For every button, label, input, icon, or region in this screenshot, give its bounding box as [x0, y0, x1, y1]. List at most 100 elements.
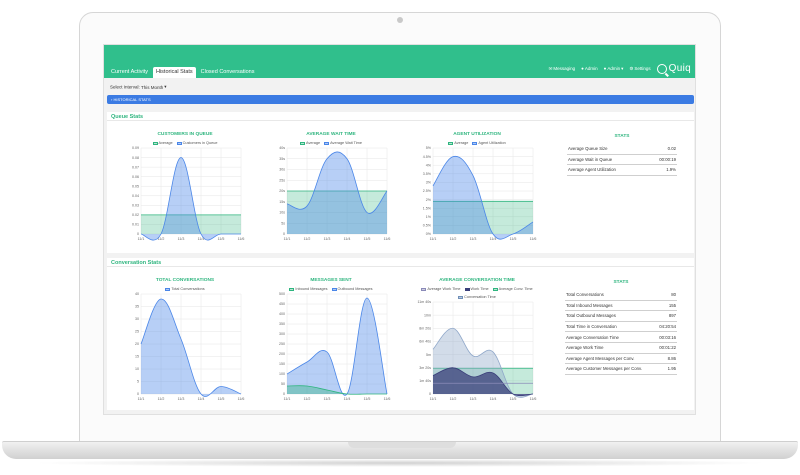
y-tick-label: 250: [279, 342, 285, 346]
stat-label: Average Wait in Queue: [568, 156, 613, 162]
stat-row: Average Agent Utilization 1.9%: [567, 165, 677, 176]
caret-down-icon: ▾: [621, 65, 624, 71]
chart-plot: 0 5s 10s 15s 20s 25s 30s 35s 40s 11/1 11/2 11/3 11/4…: [279, 146, 391, 241]
stat-label: Total Outbound Messages: [566, 313, 616, 319]
y-tick-label: 5s: [281, 221, 285, 225]
x-tick-label: 11/1: [138, 237, 145, 241]
x-tick-label: 11/4: [344, 237, 351, 241]
tab-current-activity[interactable]: Current Activity: [108, 67, 151, 78]
stat-row: Average Work Time 00:01:22: [565, 343, 677, 354]
series-area: [141, 298, 241, 397]
stat-label: Total Time in Conversation: [566, 324, 617, 330]
y-tick-label: 0.09: [132, 146, 139, 150]
historical-stats-bar[interactable]: › HISTORICAL STATS: [107, 95, 694, 104]
y-tick-label: 30s: [279, 168, 285, 172]
y-tick-label: 8m 20s: [419, 326, 431, 330]
tab-closed-conversations[interactable]: Closed Conversations: [198, 67, 258, 78]
y-tick-label: 11m 40s: [417, 300, 431, 304]
top-nav-bar: Current Activity Historical Stats Closed…: [104, 45, 695, 78]
stat-row: Total Inbound Messages 155: [565, 301, 677, 312]
y-tick-label: 50: [281, 382, 285, 386]
tab-bar: Current Activity Historical Stats Closed…: [108, 67, 257, 78]
logo-mark-icon: [656, 63, 667, 74]
stat-label: Average Queue Size: [568, 146, 608, 152]
y-tick-label: 500: [279, 292, 285, 296]
y-tick-label: 200: [279, 352, 285, 356]
y-tick-label: 35: [135, 305, 139, 309]
stat-row: Total Time in Conversation 04:20:54: [565, 322, 677, 333]
y-tick-label: 10: [135, 367, 139, 371]
tab-historical-stats[interactable]: Historical Stats: [152, 67, 196, 78]
y-tick-label: 20s: [279, 189, 285, 193]
y-tick-label: 6m 40s: [419, 340, 431, 344]
x-tick-label: 11/3: [178, 237, 185, 241]
stat-value: 00:01:22: [659, 345, 676, 351]
chart-plot: 0 5 10 15 20 25 30 35 40 11/1 11/2 11/3 11/4 11/5 11/6: [135, 292, 244, 401]
stat-value: 1.95: [667, 366, 676, 372]
chart-total-conversations: TOTAL CONVERSATIONS Total Conversations 0 5…: [125, 278, 245, 404]
y-tick-label: 1m 40s: [419, 379, 431, 383]
caret-down-icon: ▾: [164, 84, 167, 89]
logo-text: Quiq: [668, 63, 691, 74]
y-tick-label: 400: [279, 312, 285, 316]
queue-stats-heading: STATS: [614, 134, 630, 139]
stat-label: Average Customer Messages per Conv.: [566, 366, 643, 372]
quiq-logo: Quiq: [656, 63, 691, 74]
y-tick-label: 4%: [426, 163, 432, 167]
stat-value: 897: [668, 313, 676, 319]
x-tick-label: 11/2: [304, 237, 311, 241]
y-tick-label: 300: [279, 332, 285, 336]
x-tick-label: 11/2: [450, 397, 457, 401]
chart-average-conversation-time: AVERAGE CONVERSATION TIME Average Work Ti…: [417, 278, 537, 404]
settings-link[interactable]: ⚙ Settings: [629, 66, 650, 72]
y-tick-label: 0: [283, 392, 285, 396]
stat-label: Total Conversations: [566, 292, 604, 298]
y-tick-label: 5%: [426, 146, 432, 150]
x-tick-label: 11/1: [138, 397, 145, 401]
stat-label: Average Conversation Time: [566, 334, 619, 340]
historical-stats-label: HISTORICAL STATS: [113, 97, 151, 102]
account-menu[interactable]: ● Admin ▾: [604, 66, 624, 72]
y-tick-label: 0.5%: [423, 224, 432, 228]
queue-stats-section: Queue Stats CUSTOMERS IN QUEUE Average Cus…: [107, 112, 694, 253]
y-tick-label: 0.02: [132, 213, 139, 217]
y-tick-label: 25s: [279, 178, 285, 182]
x-tick-label: 11/2: [304, 397, 311, 401]
y-tick-label: 15s: [279, 200, 285, 204]
y-tick-label: 1%: [426, 215, 432, 219]
admin-label: Admin: [584, 66, 598, 71]
y-tick-label: 40s: [279, 146, 285, 150]
chart-plot: 0 50 100 150 200 250 300 350 400 450 500 11/1 11/2 11…: [279, 292, 391, 401]
conversation-stats-section: Conversation Stats TOTAL CONVERSATIONS To…: [107, 258, 694, 410]
x-tick-label: 11/5: [364, 397, 371, 401]
x-tick-label: 11/1: [284, 397, 291, 401]
x-tick-label: 11/3: [470, 237, 477, 241]
x-tick-label: 11/5: [510, 397, 517, 401]
stat-row: Average Customer Messages per Conv. 1.95: [565, 364, 677, 375]
y-tick-label: 4.5%: [423, 155, 432, 159]
y-tick-label: 25: [135, 330, 139, 334]
queue-stats-title: Queue Stats: [107, 112, 694, 121]
stat-row: Average Wait in Queue 00:00:19: [567, 155, 677, 166]
x-tick-label: 11/5: [364, 237, 371, 241]
admin-link[interactable]: ● Admin: [581, 66, 597, 71]
base-shadow: [30, 459, 770, 467]
person-icon: ●: [603, 66, 607, 71]
messaging-link[interactable]: ✉ Messaging: [549, 66, 576, 72]
y-tick-label: 0%: [426, 232, 432, 236]
chart-average-wait-time: AVERAGE WAIT TIME Average Average Wait Tim…: [271, 132, 391, 244]
y-tick-label: 1.5%: [423, 206, 432, 210]
y-tick-label: 0.08: [132, 156, 139, 160]
y-tick-label: 5m: [426, 353, 431, 357]
x-tick-label: 11/6: [384, 397, 391, 401]
x-tick-label: 11/5: [218, 237, 225, 241]
y-tick-label: 3.5%: [423, 172, 432, 176]
settings-label: Settings: [634, 66, 651, 71]
x-tick-label: 11/3: [324, 237, 331, 241]
y-tick-label: 0.06: [132, 175, 139, 179]
user-icon: ●: [581, 66, 584, 71]
interval-dropdown[interactable]: This Month ▾: [141, 84, 167, 90]
x-tick-label: 11/6: [384, 237, 391, 241]
stat-value: 00:00:19: [659, 156, 676, 162]
stat-value: 8.86: [667, 355, 676, 361]
